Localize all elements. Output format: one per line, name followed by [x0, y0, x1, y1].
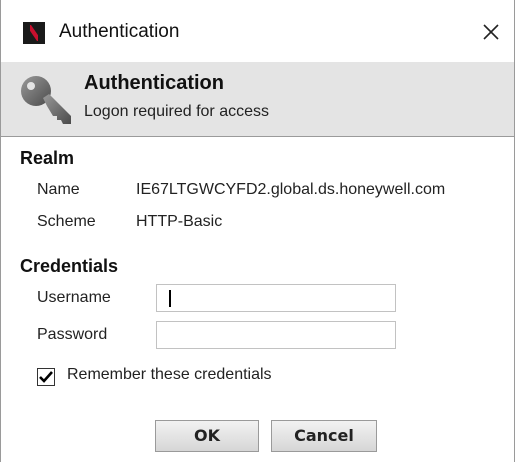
window-title: Authentication — [59, 21, 180, 42]
remember-checkbox[interactable] — [37, 368, 55, 386]
banner-divider — [1, 136, 514, 137]
header-banner: Authentication Logon required for access — [1, 62, 514, 136]
ok-button[interactable]: OK — [155, 420, 259, 452]
title-bar: Authentication — [1, 0, 514, 62]
credentials-heading: Credentials — [20, 256, 119, 276]
cancel-button[interactable]: Cancel — [271, 420, 377, 452]
banner-subtitle: Logon required for access — [84, 103, 269, 120]
remember-label[interactable]: Remember these credentials — [67, 366, 272, 384]
password-input[interactable] — [156, 321, 396, 349]
password-label: Password — [37, 326, 108, 343]
username-label: Username — [37, 289, 111, 306]
realm-scheme-value: HTTP-Basic — [136, 213, 223, 230]
key-icon — [21, 76, 71, 124]
authentication-dialog: Authentication Authentication Logon requ… — [0, 0, 515, 462]
username-input[interactable] — [156, 284, 396, 312]
app-logo-icon — [23, 22, 45, 44]
close-icon[interactable] — [471, 12, 511, 52]
text-caret — [169, 290, 171, 307]
realm-scheme-label: Scheme — [37, 213, 96, 230]
checkmark-icon — [39, 371, 53, 383]
realm-name-value: IE67LTGWCYFD2.global.ds.honeywell.com — [136, 181, 446, 198]
banner-title: Authentication — [84, 72, 224, 94]
realm-heading: Realm — [20, 148, 75, 168]
realm-name-label: Name — [37, 181, 80, 198]
